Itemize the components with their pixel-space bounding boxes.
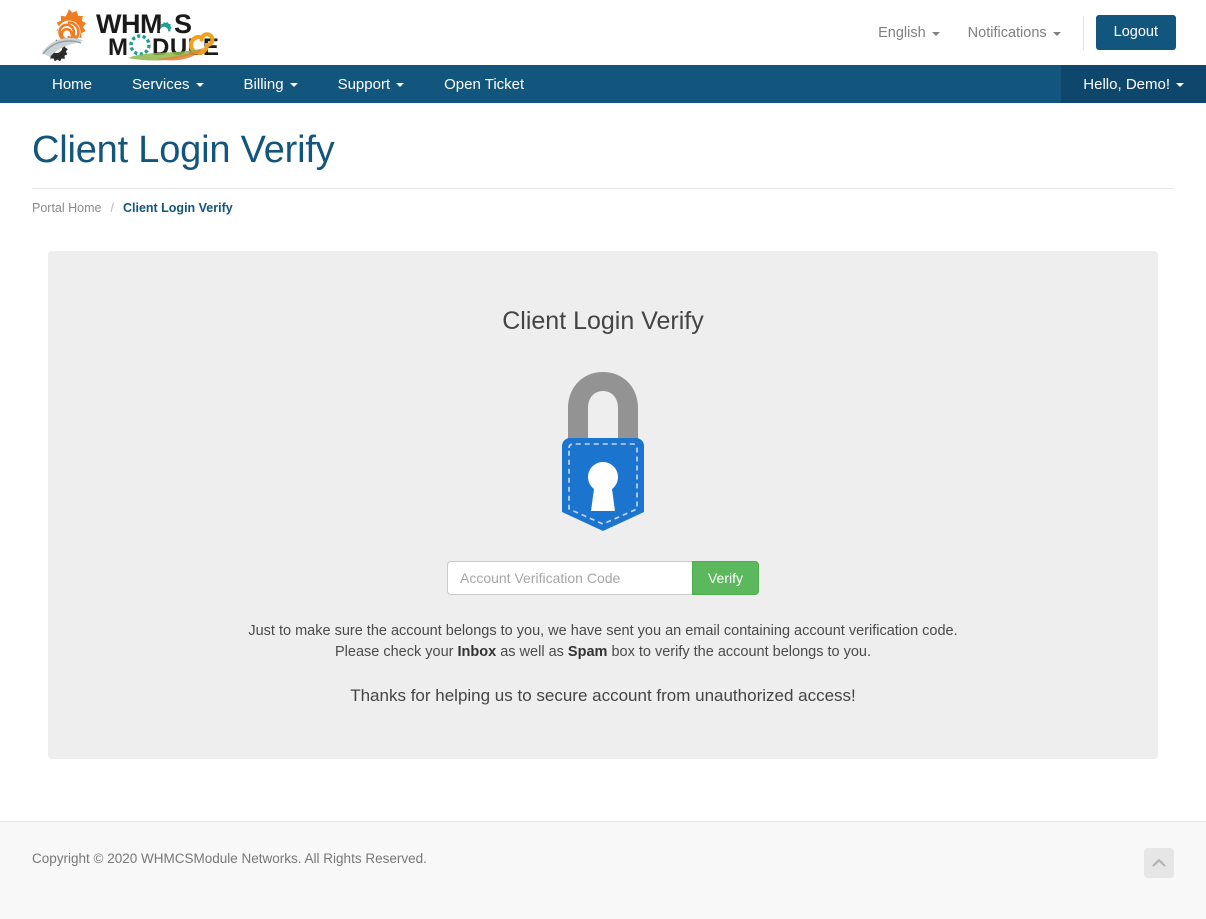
top-header: WHM S M DULE English Notifications Logou…: [0, 0, 1206, 65]
main-container: Client Login Verify Portal Home / Client…: [32, 103, 1174, 759]
user-greeting-label: Hello, Demo!: [1083, 75, 1170, 93]
verify-button[interactable]: Verify: [691, 561, 759, 595]
copyright-text: Copyright © 2020 WHMCSModule Networks. A…: [32, 851, 427, 866]
breadcrumb-item-portal-home[interactable]: Portal Home: [32, 201, 101, 215]
thanks-message: Thanks for helping us to secure account …: [350, 686, 856, 705]
notifications-menu[interactable]: Notifications: [954, 25, 1075, 41]
panel-wrapper: Client Login Verify Veri: [32, 215, 1174, 759]
chevron-down-icon: [396, 83, 405, 87]
breadcrumb: Portal Home / Client Login Verify: [32, 189, 1174, 215]
page-title: Client Login Verify: [32, 129, 335, 171]
chevron-up-icon: [1152, 859, 1166, 867]
nav-label: Billing: [243, 75, 284, 93]
chevron-down-icon: [195, 83, 204, 87]
scroll-to-top-button[interactable]: [1144, 848, 1174, 878]
svg-text:M: M: [108, 34, 129, 61]
chevron-down-icon: [1176, 83, 1184, 87]
nav-label: Home: [52, 75, 93, 93]
site-footer: Copyright © 2020 WHMCSModule Networks. A…: [0, 821, 1206, 919]
logout-button[interactable]: Logout: [1095, 14, 1176, 51]
nav-item-home[interactable]: Home: [36, 65, 112, 103]
chevron-down-icon: [289, 83, 298, 87]
verification-description-line2: Please check your Inbox as well as Spam …: [68, 642, 1138, 663]
lock-badge-icon: [562, 372, 644, 531]
spam-label: Spam: [567, 644, 608, 660]
navbar-right-group: Hello, Demo!: [1061, 65, 1206, 103]
notifications-label: Notifications: [967, 24, 1047, 41]
header-right-group: English Notifications Logout: [864, 0, 1176, 65]
nav-label: Open Ticket: [444, 75, 525, 93]
chevron-down-icon: [931, 31, 940, 36]
language-selector[interactable]: English: [864, 25, 954, 41]
verification-input-group: Verify: [68, 561, 1138, 595]
footer-inner: Copyright © 2020 WHMCSModule Networks. A…: [32, 822, 1174, 919]
nav-item-open-ticket[interactable]: Open Ticket: [424, 65, 544, 103]
nav-label: Services: [132, 75, 190, 93]
breadcrumb-item-current: Client Login Verify: [122, 201, 233, 215]
desc-post: box to verify the account belongs to you…: [607, 644, 871, 660]
language-label: English: [878, 24, 926, 41]
page-root: WHM S M DULE English Notifications Logou…: [0, 0, 1206, 919]
header-divider: [1082, 15, 1084, 50]
verification-panel: Client Login Verify Veri: [48, 251, 1158, 759]
breadcrumb-separator: /: [110, 201, 114, 215]
site-logo[interactable]: WHM S M DULE: [36, 5, 218, 61]
whmcsmodule-logo-icon: WHM S M DULE: [42, 8, 218, 61]
nav-item-billing[interactable]: Billing: [224, 65, 318, 103]
verification-description-line1: Just to make sure the account belongs to…: [248, 623, 958, 639]
chevron-down-icon: [1052, 31, 1061, 36]
desc-mid: as well as: [496, 644, 568, 660]
nav-item-services[interactable]: Services: [112, 65, 224, 103]
panel-heading: Client Login Verify: [502, 307, 704, 335]
main-navbar: Home Services Billing Support Open Ticke…: [0, 65, 1206, 103]
inbox-label: Inbox: [457, 644, 497, 660]
user-account-menu[interactable]: Hello, Demo!: [1061, 65, 1206, 103]
verification-code-input[interactable]: [446, 561, 692, 595]
nav-label: Support: [337, 75, 391, 93]
nav-item-support[interactable]: Support: [318, 65, 425, 103]
desc-pre: Please check your: [335, 644, 458, 660]
lock-icon-wrapper: [68, 364, 1138, 539]
